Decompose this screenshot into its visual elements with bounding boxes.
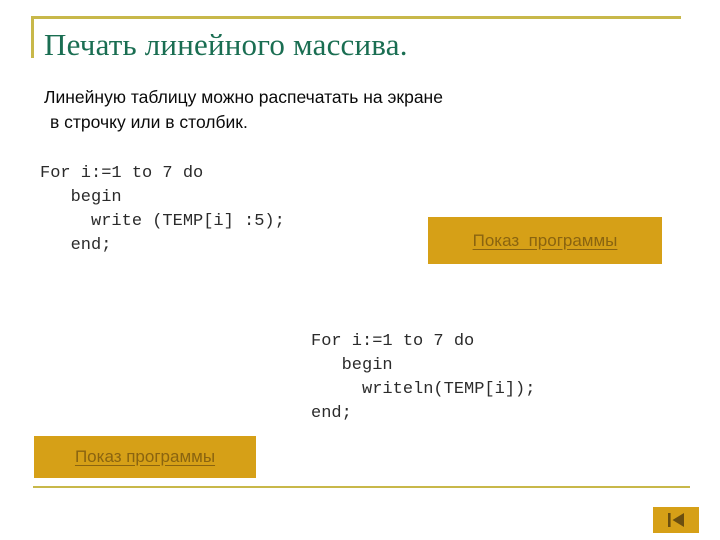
show-program-button-bottom-label: Показ программы xyxy=(74,447,216,466)
subtitle-line-1: Линейную таблицу можно распечатать на эк… xyxy=(44,87,443,107)
code-block-writeln: For i:=1 to 7 do begin writeln(TEMP[i]);… xyxy=(311,332,536,423)
title-top-rule xyxy=(31,16,681,19)
show-program-button-top[interactable]: Показ программы xyxy=(428,217,662,264)
code-block-write: For i:=1 to 7 do begin write (TEMP[i] :5… xyxy=(40,164,285,255)
page-title: Печать линейного массива. xyxy=(44,27,408,62)
slide-canvas: Печать линейного массива. Линейную табли… xyxy=(0,0,720,540)
skip-to-start-icon xyxy=(665,512,687,528)
show-program-button-bottom[interactable]: Показ программы xyxy=(34,436,256,478)
show-program-button-top-label: Показ программы xyxy=(472,230,618,250)
footer-rule xyxy=(33,486,690,488)
title-left-rule xyxy=(31,16,34,58)
nav-first-slide-button[interactable] xyxy=(653,507,699,533)
subtitle-line-2: в строчку или в столбик. xyxy=(50,112,248,132)
subtitle-block: Линейную таблицу можно распечатать на эк… xyxy=(44,85,604,135)
